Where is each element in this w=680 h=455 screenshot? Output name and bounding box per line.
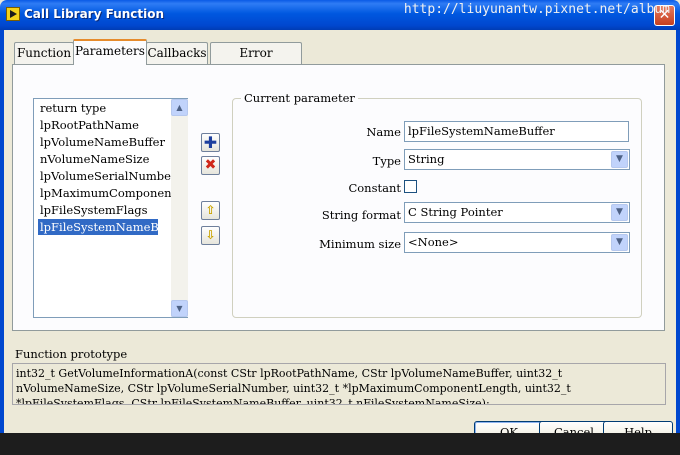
- minimum-size-value: <None>: [408, 235, 459, 249]
- string-format-value: C String Pointer: [408, 205, 503, 219]
- chevron-down-icon[interactable]: ▼: [611, 151, 628, 168]
- arrow-up-icon: ⇧: [205, 203, 216, 217]
- watermark-bar: [0, 433, 680, 455]
- group-label: Current parameter: [241, 91, 358, 105]
- list-item[interactable]: lpRootPathName: [38, 117, 172, 133]
- window-frame-right: [676, 30, 680, 455]
- parameter-list[interactable]: return type lpRootPathName lpVolumeNameB…: [33, 98, 188, 318]
- type-dropdown[interactable]: String ▼: [404, 149, 630, 170]
- minimum-size-label: Minimum size: [319, 237, 401, 251]
- add-parameter-button[interactable]: ✚: [201, 133, 220, 152]
- app-icon: [6, 7, 20, 21]
- window-title: Call Library Function: [24, 7, 165, 21]
- constant-checkbox[interactable]: [404, 180, 417, 193]
- watermark-text: http://liuyunantw.pixnet.net/album: [403, 2, 670, 17]
- type-value: String: [408, 152, 445, 166]
- type-label: Type: [372, 154, 401, 168]
- list-item-selected[interactable]: lpFileSystemNameBuffer: [38, 219, 158, 235]
- prototype-text: int32_t GetVolumeInformationA(const CStr…: [12, 363, 666, 405]
- chevron-down-icon[interactable]: ▼: [611, 204, 628, 221]
- plus-icon: ✚: [203, 133, 218, 152]
- constant-label: Constant: [348, 181, 401, 195]
- list-item[interactable]: lpVolumeSerialNumber: [38, 168, 172, 184]
- name-label: Name: [366, 125, 401, 139]
- string-format-dropdown[interactable]: C String Pointer ▼: [404, 202, 630, 223]
- arrow-down-icon: ⇩: [205, 228, 216, 242]
- scroll-up-icon[interactable]: ▲: [171, 99, 188, 116]
- list-item[interactable]: lpFileSystemFlags: [38, 202, 172, 218]
- name-field[interactable]: lpFileSystemNameBuffer: [404, 121, 629, 142]
- list-item[interactable]: lpVolumeNameBuffer: [38, 134, 172, 150]
- tab-error-checking[interactable]: Error Checking: [210, 42, 302, 80]
- list-scrollbar[interactable]: ▲ ▼: [171, 99, 188, 317]
- list-item[interactable]: return type: [38, 100, 172, 116]
- tab-callbacks[interactable]: Callbacks: [146, 42, 208, 64]
- chevron-down-icon[interactable]: ▼: [611, 234, 628, 251]
- window-frame-left: [0, 30, 4, 455]
- scroll-down-icon[interactable]: ▼: [171, 300, 188, 317]
- move-up-button[interactable]: ⇧: [201, 201, 220, 220]
- move-down-button[interactable]: ⇩: [201, 226, 220, 245]
- list-item[interactable]: lpMaximumComponentLen: [38, 185, 172, 201]
- tab-parameters[interactable]: Parameters: [73, 39, 147, 65]
- minimum-size-dropdown[interactable]: <None> ▼: [404, 232, 630, 253]
- delete-parameter-button[interactable]: ✖: [201, 156, 220, 175]
- prototype-label: Function prototype: [15, 347, 128, 361]
- list-item[interactable]: nVolumeNameSize: [38, 151, 172, 167]
- tab-function[interactable]: Function: [14, 42, 74, 64]
- string-format-label: String format: [321, 208, 401, 222]
- red-x-icon: ✖: [204, 157, 217, 173]
